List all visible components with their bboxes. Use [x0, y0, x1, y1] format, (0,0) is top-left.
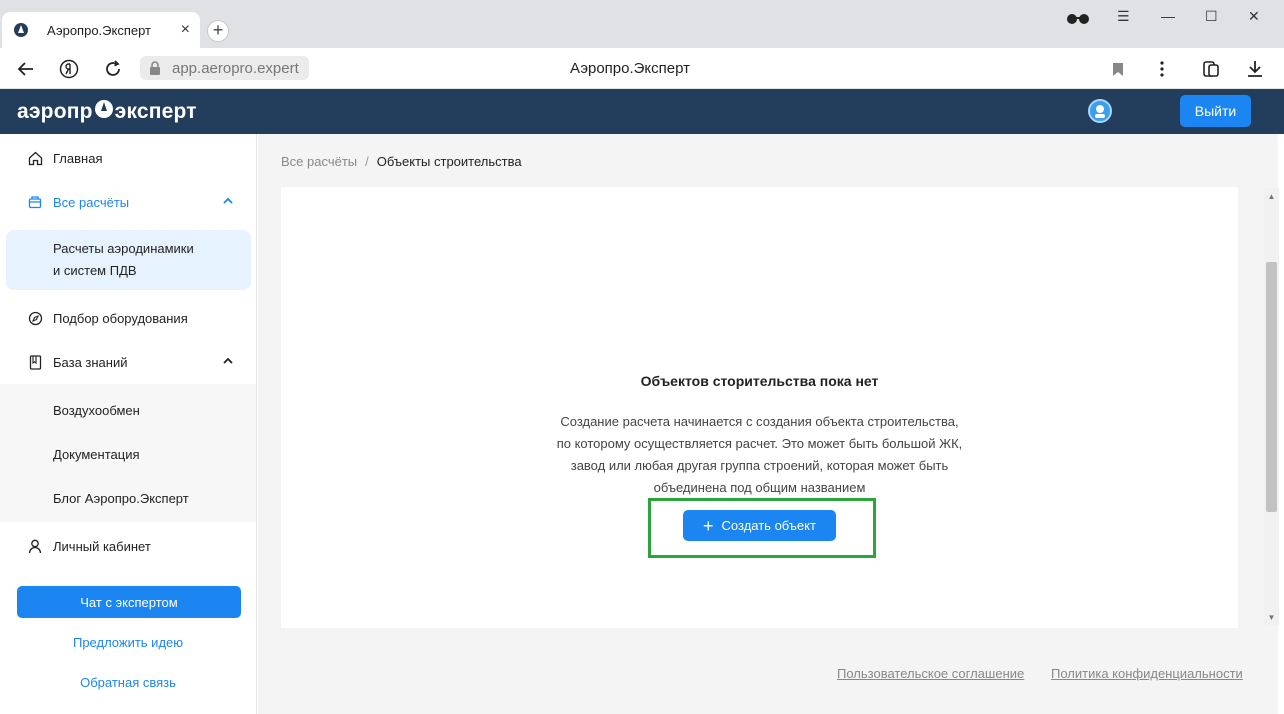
sidebar-item-home[interactable]: Главная: [0, 136, 256, 180]
tab-close-icon[interactable]: ×: [181, 20, 190, 40]
sidebar-item-equipment[interactable]: Подбор оборудования: [0, 296, 256, 340]
address-bar: app.aeropro.expert Аэропро.Эксперт: [0, 48, 1284, 89]
page-title: Аэропро.Эксперт: [570, 60, 691, 77]
sidebar-item-label: Все расчёты: [53, 194, 130, 210]
feedback-link[interactable]: Обратная связь: [0, 675, 256, 690]
sidebar-item-label: База знаний: [53, 354, 128, 370]
minimize-icon[interactable]: —: [1161, 8, 1175, 24]
empty-desc-line: Создание расчета начинается с создания о…: [560, 414, 959, 429]
empty-state-title: Объектов сторительства пока нет: [640, 373, 879, 389]
empty-desc-line: завод или любая другая группа строений, …: [570, 458, 949, 473]
app-logo[interactable]: аэропр эксперт: [17, 99, 197, 125]
sidebar-subitem-air-exchange[interactable]: Воздухообмен: [0, 388, 256, 432]
book-icon: [27, 354, 43, 370]
url-field[interactable]: app.aeropro.expert: [140, 56, 309, 80]
sidebar-item-knowledge[interactable]: База знаний: [0, 340, 256, 384]
tab-title: Аэропро.Эксперт: [47, 22, 152, 38]
sidebar: Главная Все расчёты Расчеты аэродинамики…: [0, 134, 257, 714]
close-window-icon[interactable]: ✕: [1248, 8, 1260, 25]
create-object-label: Создать объект: [721, 518, 816, 533]
chevron-up-icon[interactable]: [221, 354, 235, 368]
breadcrumb: Все расчёты / Объекты строительства: [281, 154, 522, 169]
aeropro-favicon-icon: [13, 22, 29, 38]
sidebar-item-label: Подбор оборудования: [53, 310, 188, 326]
create-object-button[interactable]: + Создать объект: [683, 510, 836, 541]
more-options-icon[interactable]: [1150, 57, 1174, 81]
download-icon[interactable]: [1243, 57, 1267, 81]
scroll-down-arrow-icon[interactable]: ▼: [1267, 613, 1276, 622]
breadcrumb-separator: /: [365, 154, 369, 169]
sidebar-subitem-label: Блог Аэропро.Эксперт: [53, 490, 189, 506]
scroll-up-arrow-icon[interactable]: ▲: [1267, 192, 1276, 201]
logo-text-right: эксперт: [114, 100, 197, 123]
new-tab-button[interactable]: +: [207, 20, 229, 42]
scrollbar-thumb[interactable]: [1266, 262, 1277, 512]
chat-with-expert-button[interactable]: Чат с экспертом: [17, 586, 241, 618]
aero-calc-label-line1: Расчеты аэродинамики: [53, 241, 194, 256]
reader-glasses-icon[interactable]: [1066, 12, 1090, 28]
propeller-logo-icon: [94, 99, 114, 125]
maximize-icon[interactable]: ☐: [1205, 8, 1218, 25]
collections-icon[interactable]: [1199, 57, 1223, 81]
aero-calc-label-line2: и систем ПДВ: [53, 263, 137, 278]
terms-link[interactable]: Пользовательское соглашение: [837, 666, 1024, 681]
plus-icon: +: [703, 515, 714, 536]
calculator-icon: [27, 194, 43, 210]
browser-menu-icon[interactable]: ☰: [1117, 8, 1130, 25]
user-avatar[interactable]: [1088, 99, 1112, 123]
breadcrumb-parent-link[interactable]: Все расчёты: [281, 154, 357, 169]
sidebar-subitem-label: Воздухообмен: [53, 402, 140, 418]
empty-state-description: Создание расчета начинается с создания о…: [281, 411, 1238, 499]
back-arrow-icon[interactable]: [14, 57, 38, 81]
url-text: app.aeropro.expert: [172, 59, 299, 77]
sidebar-subitem-label: Расчеты аэродинамики и систем ПДВ: [53, 238, 194, 282]
yandex-icon[interactable]: [57, 57, 81, 81]
sidebar-subitem-docs[interactable]: Документация: [0, 432, 256, 476]
sidebar-item-label: Личный кабинет: [53, 538, 151, 554]
home-icon: [27, 150, 43, 166]
browser-tab[interactable]: Аэропро.Эксперт ×: [2, 12, 200, 48]
sidebar-item-label: Главная: [53, 150, 103, 166]
chevron-up-icon[interactable]: [221, 194, 235, 208]
logo-text-left: аэропр: [17, 100, 93, 123]
reload-icon[interactable]: [101, 57, 125, 81]
app-header: аэропр эксперт Выйти: [0, 89, 1284, 134]
sidebar-item-aero-calcs[interactable]: Расчеты аэродинамики и систем ПДВ: [6, 230, 251, 290]
user-icon: [27, 538, 43, 554]
logout-button[interactable]: Выйти: [1180, 95, 1251, 127]
empty-desc-line: по которому осуществляется расчет. Это м…: [556, 436, 963, 451]
bookmark-icon[interactable]: [1106, 57, 1130, 81]
lock-icon: [149, 61, 161, 80]
sidebar-item-account[interactable]: Личный кабинет: [0, 524, 256, 568]
empty-state-card: Объектов сторительства пока нет Создание…: [281, 187, 1238, 628]
compass-icon: [27, 310, 43, 326]
sidebar-subitem-label: Документация: [53, 446, 140, 462]
privacy-link[interactable]: Политика конфиденциальности: [1051, 666, 1243, 681]
suggest-idea-link[interactable]: Предложить идею: [0, 635, 256, 650]
browser-tabbar: Аэропро.Эксперт × + ☰ — ☐ ✕: [0, 0, 1284, 48]
breadcrumb-current: Объекты строительства: [376, 154, 522, 169]
empty-desc-line: объединена под общим названием: [653, 480, 866, 495]
page-scrollbar[interactable]: ▲ ▼: [1264, 188, 1279, 626]
sidebar-subitem-blog[interactable]: Блог Аэропро.Эксперт: [0, 476, 256, 520]
sidebar-item-all-calcs[interactable]: Все расчёты: [0, 180, 256, 224]
main-content: Все расчёты / Объекты строительства Объе…: [258, 134, 1278, 714]
